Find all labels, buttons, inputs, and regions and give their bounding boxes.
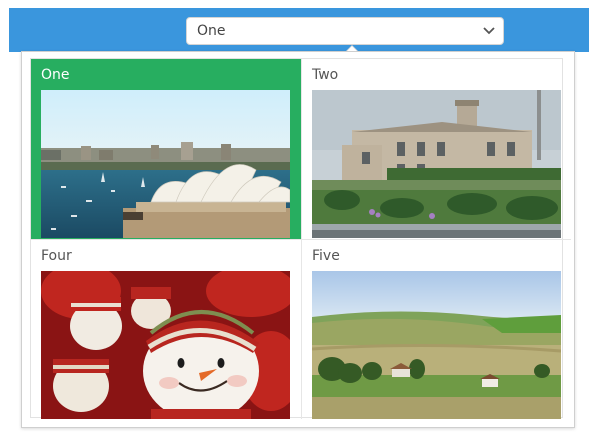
sydney-opera-house-photo	[41, 90, 290, 238]
gallery-item-label: Two	[312, 67, 339, 83]
gallery-item-label: One	[41, 67, 70, 83]
snowman-toys-photo	[41, 271, 290, 419]
countryside-fields-photo	[312, 271, 561, 419]
gallery-item-label: Five	[312, 248, 340, 264]
stone-mansion-photo	[312, 90, 561, 238]
gallery-item-label: Four	[41, 248, 72, 264]
image-select-dropdown[interactable]: One	[186, 17, 504, 45]
gallery-item-five[interactable]: Five	[301, 239, 571, 419]
gallery-item-four[interactable]: Four	[31, 239, 301, 419]
gallery-item-two[interactable]: Two	[301, 59, 571, 239]
select-value: One	[197, 23, 226, 39]
chevron-down-icon	[483, 27, 495, 35]
gallery-item-one[interactable]: One	[31, 59, 301, 239]
